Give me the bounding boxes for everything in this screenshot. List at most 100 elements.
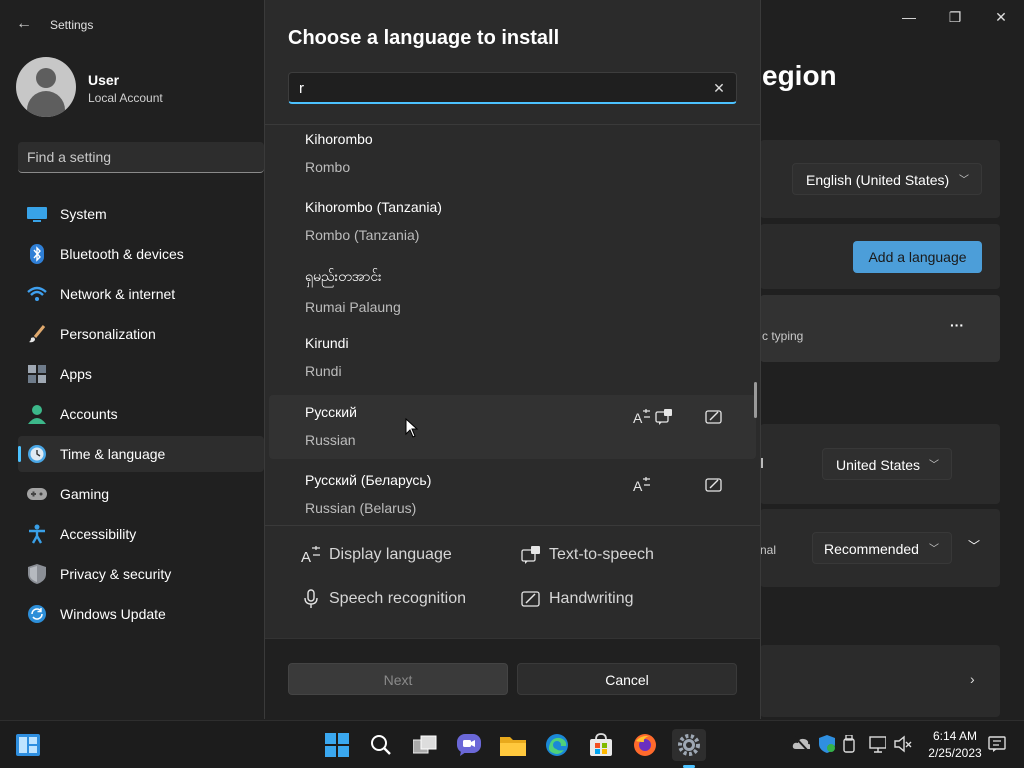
widgets-button[interactable] xyxy=(11,729,45,761)
store-icon xyxy=(590,733,612,756)
language-item[interactable]: Kihorombo Rombo xyxy=(269,125,756,189)
language-english-name: Rundi xyxy=(305,363,342,379)
language-native-name: Kihorombo (Tanzania) xyxy=(305,199,442,215)
sidebar-item-system[interactable]: System xyxy=(18,196,264,232)
page-title: egion xyxy=(762,60,837,91)
display-language-dropdown[interactable]: English (United States) ﹀ xyxy=(792,163,982,195)
sidebar-item-label: Time & language xyxy=(60,446,166,462)
regional-format-dropdown[interactable]: Recommended ﹀ xyxy=(812,532,952,564)
scrollbar-thumb[interactable] xyxy=(754,382,757,418)
chevron-down-icon: ﹀ xyxy=(959,175,969,186)
language-native-name: Kirundi xyxy=(305,335,349,351)
language-english-name: Rombo (Tanzania) xyxy=(305,227,420,243)
sidebar-item-label: Bluetooth & devices xyxy=(60,246,184,262)
language-list[interactable]: Kihorombo Rombo Kihorombo (Tanzania) Rom… xyxy=(265,125,760,525)
maximize-button[interactable]: ❐ xyxy=(932,6,978,28)
sidebar-item-accounts[interactable]: Accounts xyxy=(18,396,264,432)
country-region-dropdown[interactable]: United States ﹀ xyxy=(822,448,952,480)
region-card: United States ﹀ xyxy=(760,424,1000,504)
chevron-right-icon[interactable]: › xyxy=(970,671,975,687)
language-item[interactable]: ရှမည်းတအာင်း Rumai Palaung xyxy=(269,261,756,333)
minimize-button[interactable]: — xyxy=(886,6,932,28)
search-button[interactable] xyxy=(364,729,398,761)
defender-icon[interactable] xyxy=(818,735,836,753)
user-account-type: Local Account xyxy=(88,91,163,105)
dialog-title: Choose a language to install xyxy=(288,27,560,49)
legend-label: Text-to-speech xyxy=(549,546,654,563)
sidebar-item-privacy[interactable]: Privacy & security xyxy=(18,556,264,592)
legend-text-to-speech: Text-to-speech xyxy=(521,545,654,565)
language-search-input[interactable] xyxy=(299,78,699,98)
back-arrow-icon[interactable]: ← xyxy=(14,14,34,34)
start-button[interactable] xyxy=(320,729,354,761)
close-button[interactable]: ✕ xyxy=(978,6,1024,28)
firefox-icon xyxy=(634,734,656,756)
language-item[interactable]: Русский (Беларусь) Russian (Belarus) A xyxy=(269,463,756,525)
settings-taskbar-button[interactable] xyxy=(672,729,706,761)
sidebar-item-label: Accessibility xyxy=(60,526,137,542)
chevron-down-icon: ﹀ xyxy=(929,544,939,555)
safely-remove-icon[interactable] xyxy=(842,735,860,753)
sidebar-item-personalization[interactable]: Personalization xyxy=(18,316,264,352)
sidebar-item-windows-update[interactable]: Windows Update xyxy=(18,596,264,632)
expand-chevron-icon[interactable]: ﹀ xyxy=(968,537,980,554)
svg-text:A: A xyxy=(633,410,643,426)
language-english-name: Russian xyxy=(305,432,356,448)
regional-format-card: nal Recommended ﹀ ﹀ xyxy=(760,509,1000,587)
language-native-name: Русский xyxy=(305,404,357,420)
firefox-button[interactable] xyxy=(628,729,662,761)
sidebar-item-label: Network & internet xyxy=(60,286,176,302)
display-language-icon: A xyxy=(633,409,650,426)
task-view-button[interactable] xyxy=(408,729,442,761)
chat-button[interactable] xyxy=(452,729,486,761)
language-item[interactable]: Kihorombo (Tanzania) Rombo (Tanzania) xyxy=(269,193,756,257)
windows-logo-icon xyxy=(325,733,349,757)
display-language-icon: A xyxy=(301,546,320,565)
edge-button[interactable] xyxy=(540,729,574,761)
language-native-name: Русский (Беларусь) xyxy=(305,472,432,488)
clock-date[interactable]: 2/25/2023 xyxy=(920,746,990,760)
network-tray-icon[interactable] xyxy=(868,735,886,753)
next-button[interactable]: Next xyxy=(288,663,508,695)
file-explorer-button[interactable] xyxy=(496,729,530,761)
legend-handwriting: Handwriting xyxy=(521,589,633,609)
more-options-button[interactable]: ··· xyxy=(950,317,964,333)
language-item[interactable]: Русский Russian A xyxy=(269,395,756,459)
volume-muted-icon[interactable] xyxy=(894,735,912,753)
sidebar-item-gaming[interactable]: Gaming xyxy=(18,476,264,512)
sidebar-item-network[interactable]: Network & internet xyxy=(18,276,264,312)
task-view-icon xyxy=(413,735,437,754)
chat-icon xyxy=(457,734,481,756)
sidebar-item-accessibility[interactable]: Accessibility xyxy=(18,516,264,552)
text-to-speech-icon xyxy=(521,546,540,564)
clock-time[interactable]: 6:14 AM xyxy=(920,729,990,743)
language-search-box[interactable]: ✕ xyxy=(288,72,737,104)
accessibility-icon xyxy=(26,523,48,545)
legend-display-language: A Display language xyxy=(301,545,452,565)
find-setting-search[interactable]: Find a setting xyxy=(18,142,264,173)
settings-gear-icon xyxy=(678,734,700,756)
cancel-button[interactable]: Cancel xyxy=(517,663,737,695)
avatar[interactable] xyxy=(16,57,76,117)
display-language-icon: A xyxy=(633,477,650,494)
language-item[interactable]: Kirundi Rundi xyxy=(269,329,756,393)
onedrive-offline-icon[interactable] xyxy=(792,735,810,753)
notification-icon[interactable] xyxy=(988,735,1006,753)
sidebar-item-apps[interactable]: Apps xyxy=(18,356,264,392)
svg-text:A: A xyxy=(301,549,311,565)
sidebar-item-bluetooth[interactable]: Bluetooth & devices xyxy=(18,236,264,272)
bluetooth-icon xyxy=(26,243,48,265)
installed-language-card: c typing ··· xyxy=(760,295,1000,362)
handwriting-icon xyxy=(705,478,722,492)
clear-search-icon[interactable]: ✕ xyxy=(710,79,728,97)
language-native-name: Kihorombo xyxy=(305,131,373,147)
divider xyxy=(265,525,760,526)
store-button[interactable] xyxy=(584,729,618,761)
svg-text:A: A xyxy=(633,478,643,494)
edge-icon xyxy=(546,734,568,756)
country-region-value: United States xyxy=(836,457,921,473)
related-settings-card: › xyxy=(760,645,1000,717)
sidebar-item-time-language[interactable]: Time & language xyxy=(18,436,264,472)
language-native-name: ရှမည်းတအာင်း xyxy=(305,269,382,285)
add-language-button[interactable]: Add a language xyxy=(853,241,982,273)
